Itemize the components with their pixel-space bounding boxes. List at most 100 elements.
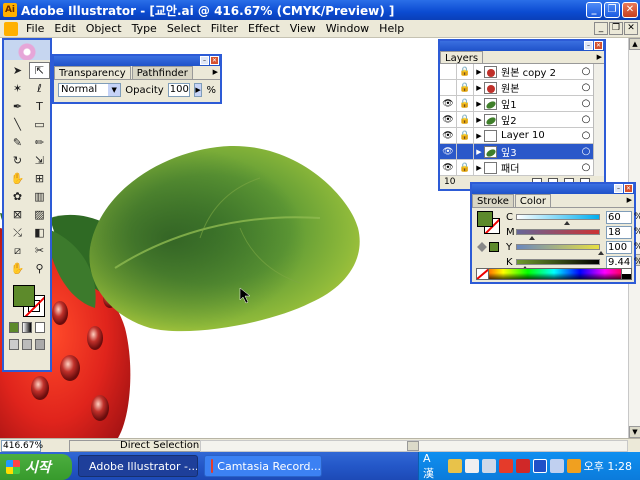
palette-minimize-button[interactable]: – [200,56,209,65]
menu-object[interactable]: Object [81,22,127,35]
expand-triangle-icon[interactable]: ▶ [474,116,484,124]
toolbox-header-flower[interactable] [4,40,50,60]
magic-wand-tool[interactable]: ✶ [7,80,28,97]
clock[interactable]: 오후 1:28 [584,458,632,474]
visibility-eye-icon[interactable]: 👁 [440,95,457,112]
pen-tool[interactable]: ✒ [7,98,28,115]
layer-row[interactable]: 🔒 ▶ 원본 ○ [440,79,604,96]
opacity-input[interactable]: 100 [167,83,190,97]
layer-row[interactable]: 👁 ▶ 잎3 ○ [440,143,604,160]
network-icon[interactable] [549,459,564,473]
lock-icon[interactable]: 🔒 [457,111,474,128]
horizontal-scrollbar[interactable] [200,440,628,452]
black-white-swatch[interactable] [621,269,631,279]
visibility-eye-icon[interactable] [440,79,457,96]
menu-effect[interactable]: Effect [243,22,285,35]
paintbrush-tool[interactable]: ✎ [7,134,28,151]
layer-row[interactable]: 🔒 ▶ 원본 copy 2 ○ [440,63,604,80]
layer-row[interactable]: 👁 🔒 ▶ 패더 ○ [440,159,604,176]
palette-minimize-button[interactable]: – [584,41,593,50]
menu-view[interactable]: View [285,22,321,35]
palette-close-button[interactable]: ✕ [210,56,219,65]
lock-icon[interactable]: 🔒 [457,95,474,112]
channel-slider[interactable] [516,244,604,255]
lock-icon[interactable] [457,143,474,160]
document-icon[interactable] [4,21,18,36]
hand-tool[interactable]: ✋ [7,260,28,277]
illustrator-icon[interactable]: Ai [3,3,17,17]
last-color-swatch[interactable] [489,242,499,252]
help-icon[interactable] [464,459,479,473]
gradient-tool[interactable]: ▨ [29,206,50,223]
selection-tool[interactable]: ➤ [7,62,28,79]
zoom-level-field[interactable]: 416.67% [1,439,43,452]
palette-menu-arrow-icon[interactable]: ▶ [627,196,632,204]
color-fill-swatch[interactable] [477,211,493,227]
palette-minimize-button[interactable]: – [614,184,623,193]
channel-value-input[interactable]: 100 [606,240,632,254]
none-color-swatch[interactable] [477,269,489,279]
tab-pathfinder[interactable]: Pathfinder [131,66,193,79]
scroll-down-arrow[interactable]: ▼ [629,426,640,438]
full-screen-menu-button[interactable] [22,339,32,350]
scroll-up-arrow[interactable]: ▲ [629,38,640,50]
free-transform-tool[interactable]: ⊞ [29,170,50,187]
visibility-eye-icon[interactable] [440,63,457,80]
warp-tool[interactable]: ✋ [7,170,28,187]
rectangle-tool[interactable]: ▭ [29,116,50,133]
channel-slider[interactable] [516,214,600,225]
target-circle-icon[interactable]: ○ [579,162,593,173]
mesh-tool[interactable]: ⊠ [7,206,28,223]
color-button[interactable] [9,322,19,333]
visibility-eye-icon[interactable]: 👁 [440,159,457,176]
expand-triangle-icon[interactable]: ▶ [474,84,484,92]
camtasia-tray-icon[interactable] [498,459,513,473]
target-circle-icon[interactable]: ○ [579,82,593,93]
symbol-sprayer-tool[interactable]: ✿ [7,188,28,205]
channel-slider[interactable] [516,259,600,270]
direct-selection-tool[interactable]: ⇱ [29,62,50,79]
tab-transparency[interactable]: Transparency [54,66,131,79]
line-tool[interactable]: ╲ [7,116,28,133]
menu-select[interactable]: Select [162,22,206,35]
color-palette-header[interactable]: – ✕ [472,184,634,194]
maximize-button[interactable]: ❐ [604,2,620,18]
visibility-eye-icon[interactable]: 👁 [440,127,457,144]
lock-icon[interactable]: 🔒 [457,79,474,96]
target-circle-icon[interactable]: ○ [579,98,593,109]
target-circle-icon[interactable]: ○ [579,66,593,77]
layer-row[interactable]: 👁 🔒 ▶ 잎2 ○ [440,111,604,128]
palette-close-button[interactable]: ✕ [594,41,603,50]
ime-pad-icon[interactable] [481,459,496,473]
tab-stroke[interactable]: Stroke [472,194,514,207]
target-circle-icon[interactable]: ○ [579,114,593,125]
tab-layers[interactable]: Layers [440,51,484,64]
tab-color[interactable]: Color [514,194,551,207]
blend-mode-select[interactable]: Normal ▼ [58,83,122,97]
layer-list-scrollbar[interactable] [593,64,604,176]
minimize-button[interactable]: _ [586,2,602,18]
expand-triangle-icon[interactable]: ▶ [474,132,484,140]
expand-triangle-icon[interactable]: ▶ [474,148,484,156]
horizontal-scroll-thumb[interactable] [407,441,419,451]
rotate-tool[interactable]: ↻ [7,152,28,169]
zoom-tool[interactable]: ⚲ [29,260,50,277]
palette-close-button[interactable]: ✕ [624,184,633,193]
channel-value-input[interactable]: 9.44 [606,255,632,269]
layers-palette-header[interactable]: – ✕ [440,41,604,51]
ime-indicator[interactable]: A 漢 [423,452,445,480]
close-button[interactable]: ✕ [622,2,638,18]
menu-help[interactable]: Help [374,22,409,35]
palette-menu-arrow-icon[interactable]: ▶ [597,53,602,61]
menu-filter[interactable]: Filter [206,22,243,35]
doc-restore-button[interactable]: ❐ [609,22,623,35]
channel-value-input[interactable]: 60 [606,210,632,224]
menu-edit[interactable]: Edit [49,22,80,35]
slice-tool[interactable]: ⧄ [7,242,28,259]
target-circle-icon[interactable]: ○ [579,146,593,157]
blend-tool[interactable]: ◧ [29,224,50,241]
visibility-eye-icon[interactable]: 👁 [440,111,457,128]
out-of-gamut-cube-icon[interactable] [477,242,487,252]
menu-file[interactable]: File [21,22,49,35]
lock-icon[interactable]: 🔒 [457,159,474,176]
